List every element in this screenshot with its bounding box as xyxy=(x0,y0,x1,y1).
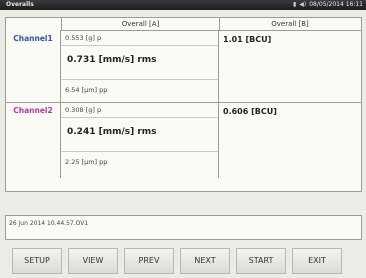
status-area: ▮ ◀) 08/05/2014 16:11 xyxy=(293,0,363,10)
overall-a-cell: 0.308 [g] p 0.241 [mm/s] rms 2.25 [μm] p… xyxy=(61,102,219,178)
view-button[interactable]: VIEW xyxy=(68,248,118,274)
exit-button[interactable]: EXIT xyxy=(292,248,342,274)
screen-title: Overalls xyxy=(6,1,34,8)
datetime: 08/05/2014 16:11 xyxy=(309,1,363,8)
value-g-peak: 0.553 [g] p xyxy=(65,34,102,42)
next-button[interactable]: NEXT xyxy=(180,248,230,274)
setup-button[interactable]: SETUP xyxy=(12,248,62,274)
speaker-icon: ◀) xyxy=(299,1,307,8)
table-row[interactable]: Channel2 0.308 [g] p 0.241 [mm/s] rms 2.… xyxy=(6,102,361,178)
start-button[interactable]: START xyxy=(236,248,286,274)
value-displacement-pp: 6.54 [μm] pp xyxy=(65,86,108,94)
value-g-peak: 0.308 [g] p xyxy=(65,106,102,114)
battery-icon: ▮ xyxy=(292,1,297,8)
prev-button[interactable]: PREV xyxy=(124,248,174,274)
value-velocity-rms: 0.731 [mm/s] rms xyxy=(67,55,157,65)
button-bar: SETUP VIEW PREV NEXT START EXIT xyxy=(12,248,360,276)
value-bcu: 0.606 [BCU] xyxy=(223,107,277,116)
value-bcu: 1.01 [BCU] xyxy=(223,35,272,44)
overall-b-cell: 1.01 [BCU] xyxy=(219,30,361,102)
overalls-table: Overall [A] Overall [B] Channel1 0.553 [… xyxy=(5,17,362,192)
overall-a-cell: 0.553 [g] p 0.731 [mm/s] rms 6.54 [μm] p… xyxy=(61,30,219,102)
title-bar: Overalls ▮ ◀) 08/05/2014 16:11 xyxy=(0,0,366,10)
file-name-box[interactable]: 26 Jun 2014 10.44.57.OV1 xyxy=(5,215,362,240)
channel-label: Channel1 xyxy=(6,30,61,102)
file-name: 26 Jun 2014 10.44.57.OV1 xyxy=(9,220,89,227)
overall-b-cell: 0.606 [BCU] xyxy=(219,102,361,178)
value-velocity-rms: 0.241 [mm/s] rms xyxy=(67,127,157,137)
channel-label: Channel2 xyxy=(6,102,61,178)
value-displacement-pp: 2.25 [μm] pp xyxy=(65,158,108,166)
table-row[interactable]: Channel1 0.553 [g] p 0.731 [mm/s] rms 6.… xyxy=(6,30,361,103)
